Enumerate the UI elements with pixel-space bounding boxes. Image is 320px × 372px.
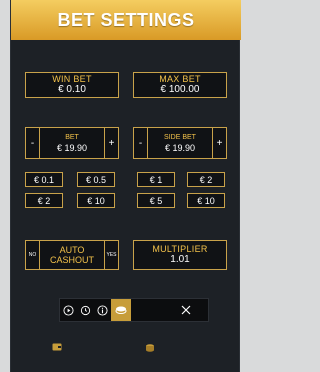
info-icon[interactable] [94,299,111,321]
side-bet-decrease-button[interactable]: - [134,128,148,158]
chip-stack-icon[interactable] [111,299,131,321]
side-bet-value: € 19.90 [164,142,196,153]
wallet-icon[interactable] [51,342,63,352]
coins-icon[interactable] [144,342,156,354]
bet-stepper-display: BET € 19.90 [40,128,104,158]
bet-chip-button[interactable]: € 2 [25,193,63,208]
side-bet-chip-button[interactable]: € 5 [137,193,175,208]
auto-cashout-label-line2: CASHOUT [49,255,94,265]
side-bet-chip-button[interactable]: € 1 [137,172,175,187]
win-bet-label: WIN BET [52,74,92,84]
max-bet-label: MAX BET [159,74,201,84]
bet-label: BET [65,133,79,141]
bet-value: € 19.90 [56,142,88,153]
bet-chip-button[interactable]: € 0.5 [77,172,115,187]
bet-settings-panel: BET SETTINGS WIN BET € 0.10 MAX BET € 10… [10,0,241,372]
side-bet-chip-button[interactable]: € 2 [187,172,225,187]
play-icon[interactable] [60,299,77,321]
bet-chip-button[interactable]: € 0.1 [25,172,63,187]
auto-cashout-toggle: NO AUTO CASHOUT YES [25,240,119,270]
auto-cashout-label-line1: AUTO [59,245,85,255]
bet-decrease-button[interactable]: - [26,128,40,158]
page-title: BET SETTINGS [57,9,195,30]
win-bet-value: € 0.10 [58,84,86,95]
auto-cashout-no-button[interactable]: NO [26,241,40,269]
header: BET SETTINGS [11,0,241,40]
bet-stepper: - BET € 19.90 + [25,127,119,159]
side-bet-label: SIDE BET [164,133,196,141]
history-icon[interactable] [77,299,94,321]
side-bet-stepper: - SIDE BET € 19.90 + [133,127,227,159]
side-bet-increase-button[interactable]: + [212,128,226,158]
max-bet-value: € 100.00 [160,84,200,95]
side-bet-stepper-display: SIDE BET € 19.90 [148,128,212,158]
side-bet-chip-button[interactable]: € 10 [187,193,225,208]
bottom-toolbar [59,298,209,322]
max-bet-display: MAX BET € 100.00 [133,72,227,98]
bet-chip-button[interactable]: € 10 [77,193,115,208]
multiplier-label: MULTIPLIER [152,244,208,254]
multiplier-value: 1.01 [170,254,190,265]
win-bet-display: WIN BET € 0.10 [25,72,119,98]
bet-increase-button[interactable]: + [104,128,118,158]
auto-cashout-label: AUTO CASHOUT [40,241,104,269]
multiplier-input[interactable]: MULTIPLIER 1.01 [133,240,227,270]
auto-cashout-yes-button[interactable]: YES [104,241,118,269]
close-icon[interactable] [177,299,194,321]
